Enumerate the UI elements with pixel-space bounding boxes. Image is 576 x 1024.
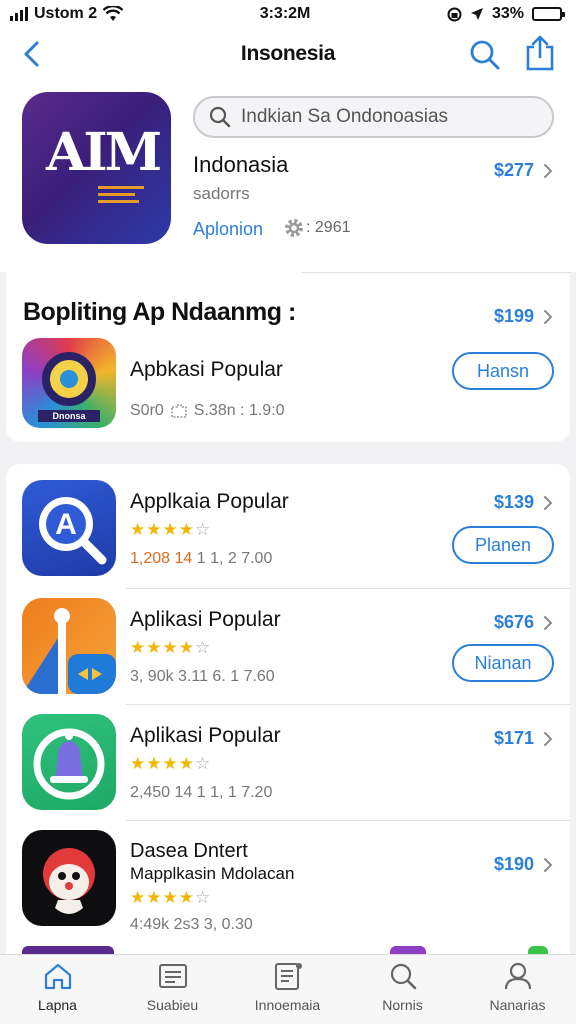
app-name: Aplikasi Popular xyxy=(130,724,281,747)
app-meta-tail: 1 1, 2 7.00 xyxy=(192,550,273,567)
location-arrow-icon xyxy=(470,8,483,20)
app-subtitle: Mapplkasin Mdolacan xyxy=(130,864,295,883)
tab-search[interactable]: Nornis xyxy=(345,955,460,1024)
app-meta: 4:49k 2s3 3, 0.30 xyxy=(130,916,253,933)
status-time: 3:3:2M xyxy=(259,5,311,22)
status-right: 33% xyxy=(447,5,565,23)
app-meta: 2,450 14 1 1, 1 7.20 xyxy=(130,784,273,801)
star-rating: ★★★★☆ xyxy=(130,520,212,539)
home-icon xyxy=(44,963,71,990)
lock-rotation-icon xyxy=(447,7,462,21)
tab-label: Innoemaia xyxy=(254,997,321,1013)
featured-app-name: Apbkasi Popular xyxy=(130,358,283,381)
document-icon xyxy=(274,963,302,990)
hero-icon-monogram: AIM xyxy=(46,122,162,183)
app-name: Applkaia Popular xyxy=(130,490,289,513)
app-price[interactable]: $171 xyxy=(494,728,534,749)
list-item[interactable]: Aplikasi Popular ★★★★☆ 2,450 14 1 1, 1 7… xyxy=(6,704,570,820)
featured-meta-right: S.38n : 1.9:0 xyxy=(193,402,285,419)
status-bar: Ustom 2 3:3:2M 33% xyxy=(0,0,576,28)
battery-icon xyxy=(532,7,565,21)
chevron-right-icon[interactable] xyxy=(542,614,554,632)
app-meta: 3, 90k 3.11 6. 1 7.60 xyxy=(130,668,275,685)
search-input[interactable]: Indkian Sa Ondonoasias xyxy=(193,96,554,138)
tab-label: Suabieu xyxy=(146,997,199,1013)
clown-face-icon xyxy=(22,830,116,926)
target-icon xyxy=(42,352,96,406)
list-icon xyxy=(158,964,187,988)
tab-label: Nanarias xyxy=(489,997,546,1013)
featured-app-icon[interactable]: Dnonsa xyxy=(22,338,116,428)
list-item[interactable]: Dasea Dntert Mapplkasin Mdolacan ★★★★☆ 4… xyxy=(6,820,570,944)
divider xyxy=(301,272,570,273)
back-chevron-icon[interactable] xyxy=(20,38,44,70)
featured-price[interactable]: $199 xyxy=(494,306,534,327)
list-item[interactable]: Aplikasi Popular ★★★★☆ 3, 90k 3.11 6. 1 … xyxy=(6,588,570,704)
share-icon[interactable] xyxy=(524,34,556,72)
app-name: Aplikasi Popular xyxy=(130,608,281,631)
app-meta-highlight: 1,208 14 xyxy=(130,550,193,567)
map-pin-icon xyxy=(22,598,116,694)
featured-meta-left: S0r0 xyxy=(130,402,164,419)
app-meta: 1,208 14 1 1, 2 7.00 xyxy=(130,550,272,568)
star-rating: ★★★★☆ xyxy=(130,754,212,773)
featured-app-meta: S0r0 S.38n : 1.9:0 xyxy=(130,402,285,420)
hero-icon-lines xyxy=(98,186,144,207)
app-price[interactable]: $139 xyxy=(494,492,534,513)
search-field-icon xyxy=(209,106,231,128)
tab-profile[interactable]: Nanarias xyxy=(460,955,575,1024)
chevron-right-icon[interactable] xyxy=(542,730,554,748)
hero-count: : 2961 xyxy=(306,219,351,236)
hero-section: AIM Indkian Sa Ondonoasias Indonasia sad… xyxy=(0,80,576,272)
star-rating: ★★★★☆ xyxy=(130,888,212,907)
search-icon xyxy=(390,963,416,990)
tab-label: Nornis xyxy=(382,997,423,1013)
tab-bar: Lapna Suabieu Innoemaia Nornis Nanarias xyxy=(0,954,576,1024)
list-item[interactable]: A Applkaia Popular ★★★★☆ 1,208 14 1 1, 2… xyxy=(6,464,570,584)
search-input-value: Indkian Sa Ondonoasias xyxy=(241,106,449,127)
chevron-right-icon[interactable] xyxy=(542,162,554,180)
chevron-right-icon[interactable] xyxy=(542,308,554,326)
featured-title: Bopliting Ap Ndaanmg : xyxy=(23,298,296,326)
chevron-right-icon[interactable] xyxy=(542,856,554,874)
tab-list[interactable]: Suabieu xyxy=(115,955,230,1024)
status-left: Ustom 2 xyxy=(10,5,124,23)
puzzle-icon xyxy=(170,404,187,418)
get-button[interactable]: Nianan xyxy=(452,644,554,682)
hero-link[interactable]: Aplonion xyxy=(193,219,263,240)
tab-home[interactable]: Lapna xyxy=(0,955,115,1024)
star-rating: ★★★★☆ xyxy=(130,638,212,657)
page-title: Insonesia xyxy=(240,42,336,65)
carrier-label: Ustom 2 xyxy=(34,5,98,22)
featured-get-button[interactable]: Hansn xyxy=(452,352,554,390)
search-icon[interactable] xyxy=(468,38,502,72)
tab-label: Lapna xyxy=(38,997,77,1013)
person-icon xyxy=(504,962,531,990)
bell-icon xyxy=(22,714,116,810)
app-price[interactable]: $190 xyxy=(494,854,534,875)
app-name: Dasea Dntert xyxy=(130,840,248,862)
tab-document[interactable]: Innoemaia xyxy=(230,955,345,1024)
search-a-icon: A xyxy=(22,480,116,576)
app-price[interactable]: $676 xyxy=(494,612,534,633)
featured-card: Bopliting Ap Ndaanmg : $199 Dnonsa Apbka… xyxy=(6,272,570,442)
hero-price[interactable]: $277 xyxy=(494,160,534,181)
gear-icon xyxy=(285,219,303,237)
hero-app-name: Indonasia xyxy=(193,152,289,177)
hero-app-subtitle: sadorrs xyxy=(193,184,250,203)
app-list: A Applkaia Popular ★★★★☆ 1,208 14 1 1, 2… xyxy=(6,464,570,964)
signal-icon xyxy=(10,7,28,21)
svg-text:A: A xyxy=(55,508,77,541)
nav-bar: Insonesia xyxy=(0,28,576,80)
get-button[interactable]: Planen xyxy=(452,526,554,564)
battery-percent: 33% xyxy=(491,5,524,22)
wifi-icon xyxy=(103,6,124,21)
featured-icon-tag: Dnonsa xyxy=(38,410,100,422)
chevron-right-icon[interactable] xyxy=(542,494,554,512)
hero-app-icon[interactable]: AIM xyxy=(22,92,171,244)
